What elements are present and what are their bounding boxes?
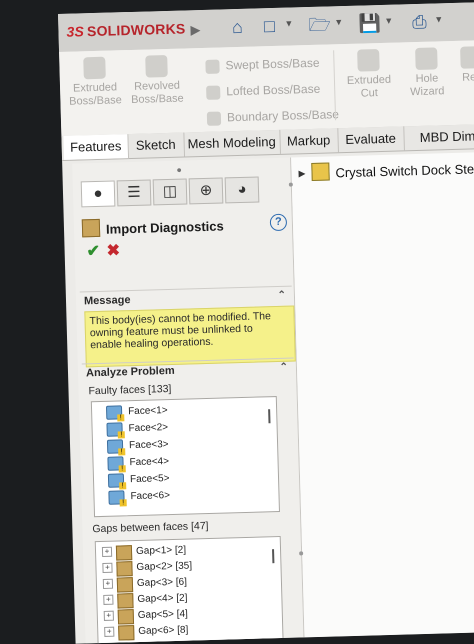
lofted-boss-base-button[interactable]: Lofted Boss/Base (206, 79, 321, 102)
tab-mesh-modeling[interactable]: Mesh Modeling (183, 130, 281, 157)
boundary-icon (207, 111, 221, 125)
revolved-boss-base-button[interactable]: Revolved Boss/Base (125, 54, 188, 107)
cancel-x-icon[interactable]: ✖ (106, 240, 120, 260)
faulty-face-icon (106, 405, 122, 419)
configuration-manager-icon[interactable]: ◫ (153, 178, 188, 205)
tab-mbd-dimensions[interactable]: MBD Dim (403, 124, 474, 150)
expand-plus-icon[interactable]: + (102, 547, 112, 557)
open-dropdown-icon[interactable]: ▼ (334, 17, 343, 27)
panel-tabs: ● ☰ ◫ ⊕ ◕ (81, 181, 82, 207)
gap-icon (116, 545, 132, 560)
save-dropdown-icon[interactable]: ▼ (384, 16, 393, 26)
gap-icon (117, 577, 133, 592)
new-dropdown-icon[interactable]: ▼ (284, 18, 293, 28)
tab-markup[interactable]: Markup (279, 128, 339, 154)
tab-evaluate[interactable]: Evaluate (337, 126, 405, 152)
expand-menu-arrow-icon[interactable]: ▶ (190, 22, 200, 38)
solidworks-logo: 3SSOLIDWORKS (66, 20, 185, 39)
extrude-icon (83, 57, 106, 80)
help-icon[interactable]: ? (270, 214, 287, 231)
collapse-caret-icon[interactable]: ⌃ (279, 359, 288, 377)
open-folder-icon[interactable]: 🗁 (308, 12, 331, 37)
graphics-area[interactable] (291, 152, 474, 637)
sweep-icon (205, 59, 219, 73)
faulty-face-icon (107, 456, 123, 470)
part-icon (311, 162, 329, 180)
tab-sketch[interactable]: Sketch (127, 133, 185, 159)
display-manager-icon[interactable]: ◕ (225, 176, 260, 203)
tab-features[interactable]: Features (63, 134, 129, 160)
import-diagnostics-icon (82, 219, 100, 237)
expand-plus-icon[interactable]: + (102, 563, 112, 573)
swept-boss-base-button[interactable]: Swept Boss/Base (205, 53, 320, 76)
property-manager-icon[interactable]: ☰ (117, 179, 152, 206)
extruded-cut-icon (357, 49, 380, 72)
boundary-boss-base-button[interactable]: Boundary Boss/Base (207, 104, 340, 128)
gap-icon (118, 609, 134, 624)
expand-plus-icon[interactable]: + (103, 579, 113, 589)
dimxpert-icon[interactable]: ⊕ (189, 177, 224, 204)
print-dropdown-icon[interactable]: ▼ (434, 14, 443, 24)
gap-icon (116, 561, 132, 576)
save-icon[interactable]: 💾 (358, 11, 381, 36)
list-scrollbar[interactable] (268, 409, 270, 423)
faulty-faces-list[interactable]: Face<1> Face<2> Face<3> Face<4> Face<5> … (91, 396, 280, 517)
extruded-boss-base-button[interactable]: Extruded Boss/Base (63, 56, 126, 109)
faulty-face-icon (107, 439, 123, 453)
expand-plus-icon[interactable]: + (103, 595, 113, 605)
command-manager-ribbon: Extruded Boss/Base Revolved Boss/Base Sw… (59, 40, 474, 137)
hole-wizard-icon (415, 47, 438, 70)
new-document-icon[interactable]: □ (258, 14, 281, 39)
hole-wizard-button[interactable]: Hole Wizard (395, 47, 458, 100)
property-manager-panel: ● ● ☰ ◫ ⊕ ◕ Import Diagnostics ? ✔ ✖ Mes… (72, 158, 304, 644)
solidworks-window: 3SSOLIDWORKS ▶ ⌂ □ ▼ 🗁 ▼ 💾 ▼ ⎙ ▼ Extrude… (58, 2, 474, 644)
list-scrollbar[interactable] (272, 549, 274, 563)
home-icon[interactable]: ⌂ (226, 15, 249, 40)
gaps-between-faces-label: Gaps between faces [47] (92, 520, 208, 535)
expand-arrow-icon[interactable]: ▶ (298, 168, 305, 178)
faulty-face-icon (106, 422, 122, 436)
collapse-caret-icon[interactable]: ⌃ (277, 287, 286, 305)
ok-checkmark-icon[interactable]: ✔ (86, 241, 100, 261)
faulty-face-icon (108, 490, 124, 504)
gap-icon (118, 625, 134, 640)
revolved-cut-icon (460, 46, 474, 69)
gaps-list[interactable]: +Gap<1> [2] +Gap<2> [35] +Gap<3> [6] +Ga… (95, 536, 284, 644)
faulty-face-icon (108, 473, 124, 487)
feature-manager-icon[interactable]: ● (81, 180, 116, 207)
extruded-cut-button[interactable]: Extruded Cut (337, 48, 400, 101)
expand-plus-icon[interactable]: + (104, 611, 114, 621)
page-title: Import Diagnostics (82, 215, 224, 237)
gap-icon (117, 593, 133, 608)
revolve-icon (145, 55, 168, 78)
print-icon[interactable]: ⎙ (408, 10, 431, 35)
loft-icon (206, 85, 220, 99)
revolved-cut-button[interactable]: Rev (451, 46, 474, 85)
faulty-faces-label: Faulty faces [133] (88, 383, 171, 397)
panel-gripper-icon[interactable]: ● (176, 165, 182, 175)
